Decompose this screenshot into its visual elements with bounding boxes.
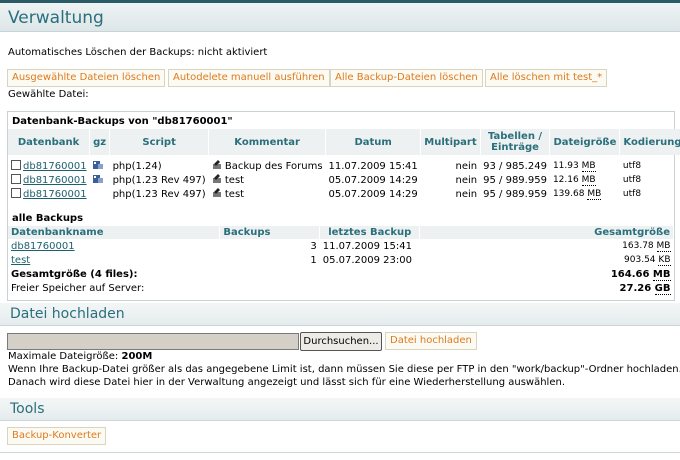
script-cell: php(1.23 Rev 497) xyxy=(112,174,206,186)
script-icon xyxy=(212,160,221,169)
backup-converter-button[interactable]: Backup-Konverter xyxy=(7,427,107,445)
all-backups-title: alle Backups xyxy=(12,213,84,224)
col-gz[interactable]: gz xyxy=(89,129,111,155)
upload-info-1: Wenn Ihre Backup-Datei größer als das an… xyxy=(8,364,680,375)
tools-section-header: Tools xyxy=(0,398,680,421)
db-backups-header: Datenbank gz Script Kommentar Datum Mult… xyxy=(8,129,680,155)
delete-test-button[interactable]: Alle löschen mit test_* xyxy=(485,69,608,87)
col-multipart[interactable]: Multipart xyxy=(420,129,481,155)
db-link[interactable]: db81760001 xyxy=(23,189,87,200)
page-title: Verwaltung xyxy=(8,8,104,28)
row-checkbox[interactable] xyxy=(11,174,21,184)
all-backups-header: Datenbankname Backups letztes Backup Ges… xyxy=(8,226,674,239)
col-comment[interactable]: Kommentar xyxy=(208,129,327,155)
col-total-size[interactable]: Gesamtgröße xyxy=(419,226,674,239)
delete-selected-button[interactable]: Ausgewählte Dateien löschen xyxy=(7,69,166,87)
script-cell: php(1.23 Rev 497) xyxy=(112,188,206,200)
tools-title: Tools xyxy=(10,401,45,417)
col-last-backup[interactable]: letztes Backup xyxy=(319,226,421,239)
max-filesize: Maximale Dateigröße: 200M xyxy=(8,351,153,362)
upload-info-2: Danach wird diese Datei hier in der Verw… xyxy=(8,377,566,388)
run-autodelete-button[interactable]: Autodelete manuell ausführen xyxy=(168,69,330,87)
script-icon xyxy=(212,188,221,197)
script-cell: php(1.24) xyxy=(112,160,162,172)
upload-title: Datei hochladen xyxy=(10,306,125,322)
table-row: db81760001 3 11.07.2009 15:41 163.78 MB xyxy=(11,240,671,252)
col-script[interactable]: Script xyxy=(109,129,210,155)
row-checkbox[interactable] xyxy=(11,160,21,170)
selected-file-label: Gewählte Datei: xyxy=(8,89,89,100)
browse-button[interactable]: Durchsuchen... xyxy=(300,332,382,351)
autodelete-status: Automatisches Löschen der Backups: nicht… xyxy=(8,47,268,58)
upload-button[interactable]: Datei hochladen xyxy=(385,332,477,350)
delete-all-button[interactable]: Alle Backup-Dateien löschen xyxy=(330,69,483,87)
db-link[interactable]: db81760001 xyxy=(23,161,87,172)
col-database[interactable]: Datenbank xyxy=(8,129,91,155)
col-size[interactable]: Dateigröße xyxy=(549,129,621,155)
col-encoding[interactable]: Kodierung xyxy=(619,129,680,155)
dbname-link[interactable]: test xyxy=(11,255,30,266)
free-space-row: Freier Speicher auf Server: 27.26 GB xyxy=(11,282,671,295)
table-row: db81760001 php(1.23 Rev 497) test 05.07.… xyxy=(8,187,680,201)
col-dbname[interactable]: Datenbankname xyxy=(8,226,221,239)
all-backups-table: Datenbankname Backups letztes Backup Ges… xyxy=(8,226,674,295)
dbname-link[interactable]: db81760001 xyxy=(11,241,75,252)
file-input[interactable] xyxy=(7,333,299,350)
backups-panel: Datenbank-Backups von "db81760001" Daten… xyxy=(7,111,680,301)
upload-section-header: Datei hochladen xyxy=(0,303,680,326)
db-backups-title: Datenbank-Backups von "db81760001" xyxy=(12,116,233,127)
row-checkbox[interactable] xyxy=(11,188,21,198)
col-backups[interactable]: Backups xyxy=(219,226,321,239)
table-row: test 1 05.07.2009 23:00 903.54 KB xyxy=(11,254,671,266)
script-icon xyxy=(212,174,221,183)
bottom-divider xyxy=(0,452,680,453)
db-link[interactable]: db81760001 xyxy=(23,175,87,186)
archive-icon xyxy=(92,175,103,183)
col-tables[interactable]: Tabellen / Einträge xyxy=(480,129,551,155)
table-row: db81760001 php(1.24) Backup des Forums 1… xyxy=(8,159,680,173)
db-backups-table: Datenbank gz Script Kommentar Datum Mult… xyxy=(8,129,680,201)
archive-icon xyxy=(92,161,103,169)
col-date[interactable]: Datum xyxy=(325,129,422,155)
sum-row: Gesamtgröße (4 files): 164.66 MB xyxy=(11,268,671,281)
table-row: db81760001 php(1.23 Rev 497) test 05.07.… xyxy=(8,173,680,187)
title-bar: Verwaltung xyxy=(0,3,680,32)
